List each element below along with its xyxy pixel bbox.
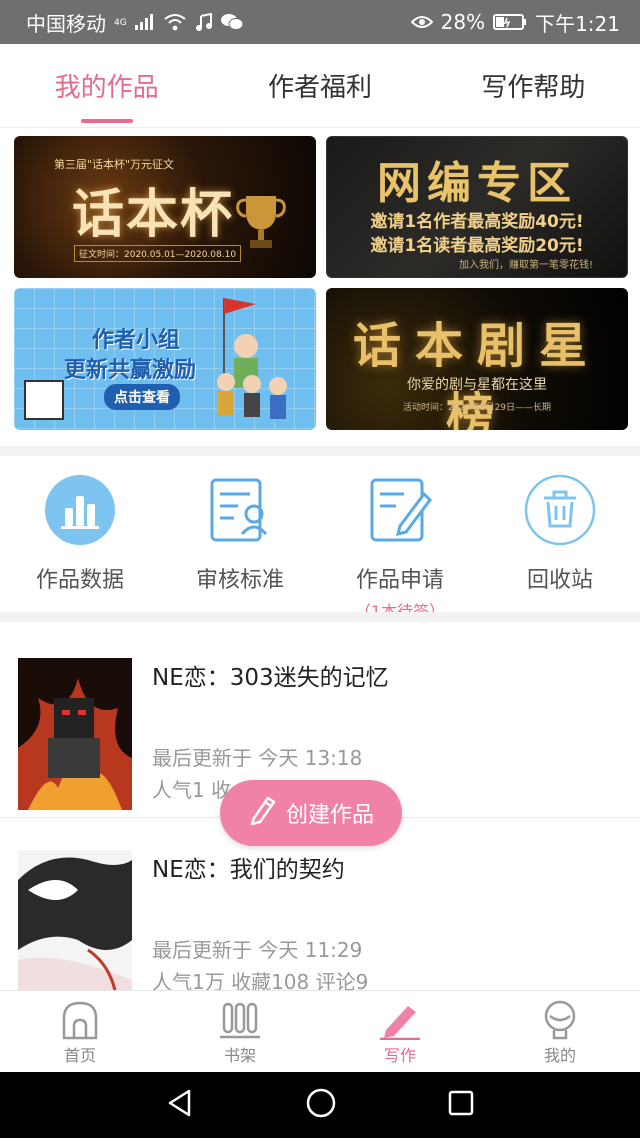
banner-line-1: 作者小组 <box>92 328 181 353</box>
recent-apps-icon[interactable] <box>447 1089 475 1121</box>
pencil-icon <box>248 794 276 832</box>
system-nav-bar <box>0 1072 640 1138</box>
nav-write[interactable]: 写作 <box>320 991 480 1072</box>
nav-label: 我的 <box>543 1045 576 1065</box>
tab-indicator <box>80 119 133 123</box>
banner-subtitle: 第三届"话本杯"万元征文 <box>53 158 175 171</box>
banner-subtitle: 你爱的剧与星都在这里 <box>407 377 547 393</box>
battery-percent: 28% <box>440 10 486 34</box>
nav-label: 首页 <box>63 1045 96 1065</box>
action-label: 作品申请 <box>355 568 444 593</box>
section-divider <box>0 446 640 456</box>
carrier-label: 中国移动 <box>26 11 106 36</box>
work-updated-time: 最后更新于 今天 13:18 <box>152 746 363 770</box>
tab-label: 作者福利 <box>267 73 372 103</box>
trash-icon <box>524 474 596 546</box>
banner-author-group[interactable]: 作者小组 更新共赢激励 点击查看 <box>14 288 316 430</box>
tab-my-works[interactable]: 我的作品 <box>0 44 213 127</box>
tab-author-benefits[interactable]: 作者福利 <box>213 44 426 127</box>
nav-home[interactable]: 首页 <box>0 991 160 1072</box>
trophy-icon <box>236 192 286 256</box>
people-illustration-icon <box>206 290 306 430</box>
banner-grid: 第三届"话本杯"万元征文 话本杯 征文时间：2020.05.01—2020.08… <box>14 136 628 430</box>
home-icon <box>61 998 99 1042</box>
work-title: NE恋：我们的契约 <box>152 857 345 883</box>
action-work-application[interactable]: 作品申请 （1本待签） <box>320 466 480 621</box>
nav-label: 写作 <box>383 1045 416 1065</box>
banner-line-1: 邀请1名作者最高奖励40元! <box>370 212 584 232</box>
banner-title: 网编专区 <box>377 158 577 209</box>
music-icon <box>195 13 213 31</box>
tab-label: 写作帮助 <box>481 73 586 103</box>
work-updated-time: 最后更新于 今天 11:29 <box>152 938 363 962</box>
pen-icon <box>380 998 420 1042</box>
tab-label: 我的作品 <box>54 73 159 103</box>
banner-title: 话本杯 <box>72 184 235 245</box>
create-work-button[interactable]: 创建作品 <box>220 780 402 846</box>
eye-icon <box>410 15 433 29</box>
network-type: 4G <box>114 17 127 28</box>
signal-icon <box>134 14 155 30</box>
nav-bookshelf[interactable]: 书架 <box>160 991 320 1072</box>
work-list-item[interactable]: NE恋：我们的契约 最后更新于 今天 11:29 人气1万 收藏108 评论9 <box>0 820 640 1018</box>
banner-huaben-cup[interactable]: 第三届"话本杯"万元征文 话本杯 征文时间：2020.05.01—2020.08… <box>14 136 316 278</box>
profile-icon <box>542 998 578 1042</box>
action-label: 作品数据 <box>35 568 124 593</box>
top-tabs: 我的作品 作者福利 写作帮助 <box>0 44 640 128</box>
banner-date: 活动时间：2020年5月29日——长期 <box>402 403 552 413</box>
tab-writing-help[interactable]: 写作帮助 <box>427 44 640 127</box>
action-label: 回收站 <box>526 568 593 593</box>
wifi-icon <box>163 13 187 31</box>
edit-document-icon <box>364 474 436 546</box>
clipboard-icon <box>24 380 64 420</box>
banner-line-2: 更新共赢激励 <box>64 358 197 383</box>
bottom-nav: 首页 书架 写作 我的 <box>0 990 640 1072</box>
bar-chart-icon <box>44 474 116 546</box>
action-label: 审核标准 <box>195 568 284 593</box>
action-review-standard[interactable]: 审核标准 <box>160 466 320 612</box>
banner-view-button[interactable]: 点击查看 <box>104 384 180 410</box>
create-work-label: 创建作品 <box>285 803 374 828</box>
home-circle-icon[interactable] <box>305 1087 337 1123</box>
banner-line-2: 邀请1名读者最高奖励20元! <box>370 236 584 256</box>
status-bar: 中国移动 4G 28% 下午1:21 <box>0 0 640 44</box>
back-icon[interactable] <box>165 1088 195 1122</box>
section-divider <box>0 612 640 622</box>
bookshelf-icon <box>220 998 260 1042</box>
action-recycle-bin[interactable]: 回收站 <box>480 466 640 612</box>
action-work-data[interactable]: 作品数据 <box>0 466 160 612</box>
work-title: NE恋：303迷失的记忆 <box>152 665 389 691</box>
review-document-icon <box>204 474 276 546</box>
banner-drama-stars[interactable]: 话本剧星榜 你爱的剧与星都在这里 活动时间：2020年5月29日——长期 <box>326 288 628 430</box>
clock: 下午1:21 <box>535 11 620 36</box>
battery-icon <box>493 14 527 30</box>
nav-label: 书架 <box>223 1045 256 1065</box>
work-cover <box>18 658 132 810</box>
wechat-icon <box>220 13 243 31</box>
nav-profile[interactable]: 我的 <box>480 991 640 1072</box>
banner-editor-zone[interactable]: 网编专区 邀请1名作者最高奖励40元! 邀请1名读者最高奖励20元! 加入我们，… <box>326 136 628 278</box>
banner-date: 征文时间：2020.05.01—2020.08.10 <box>74 245 242 262</box>
work-stats: 人气1 收 <box>152 778 232 802</box>
banner-footnote: 加入我们，赚取第一笔零花钱! <box>458 260 593 271</box>
quick-actions: 作品数据 审核标准 作品申请 （1本待签） 回收站 <box>0 466 640 621</box>
